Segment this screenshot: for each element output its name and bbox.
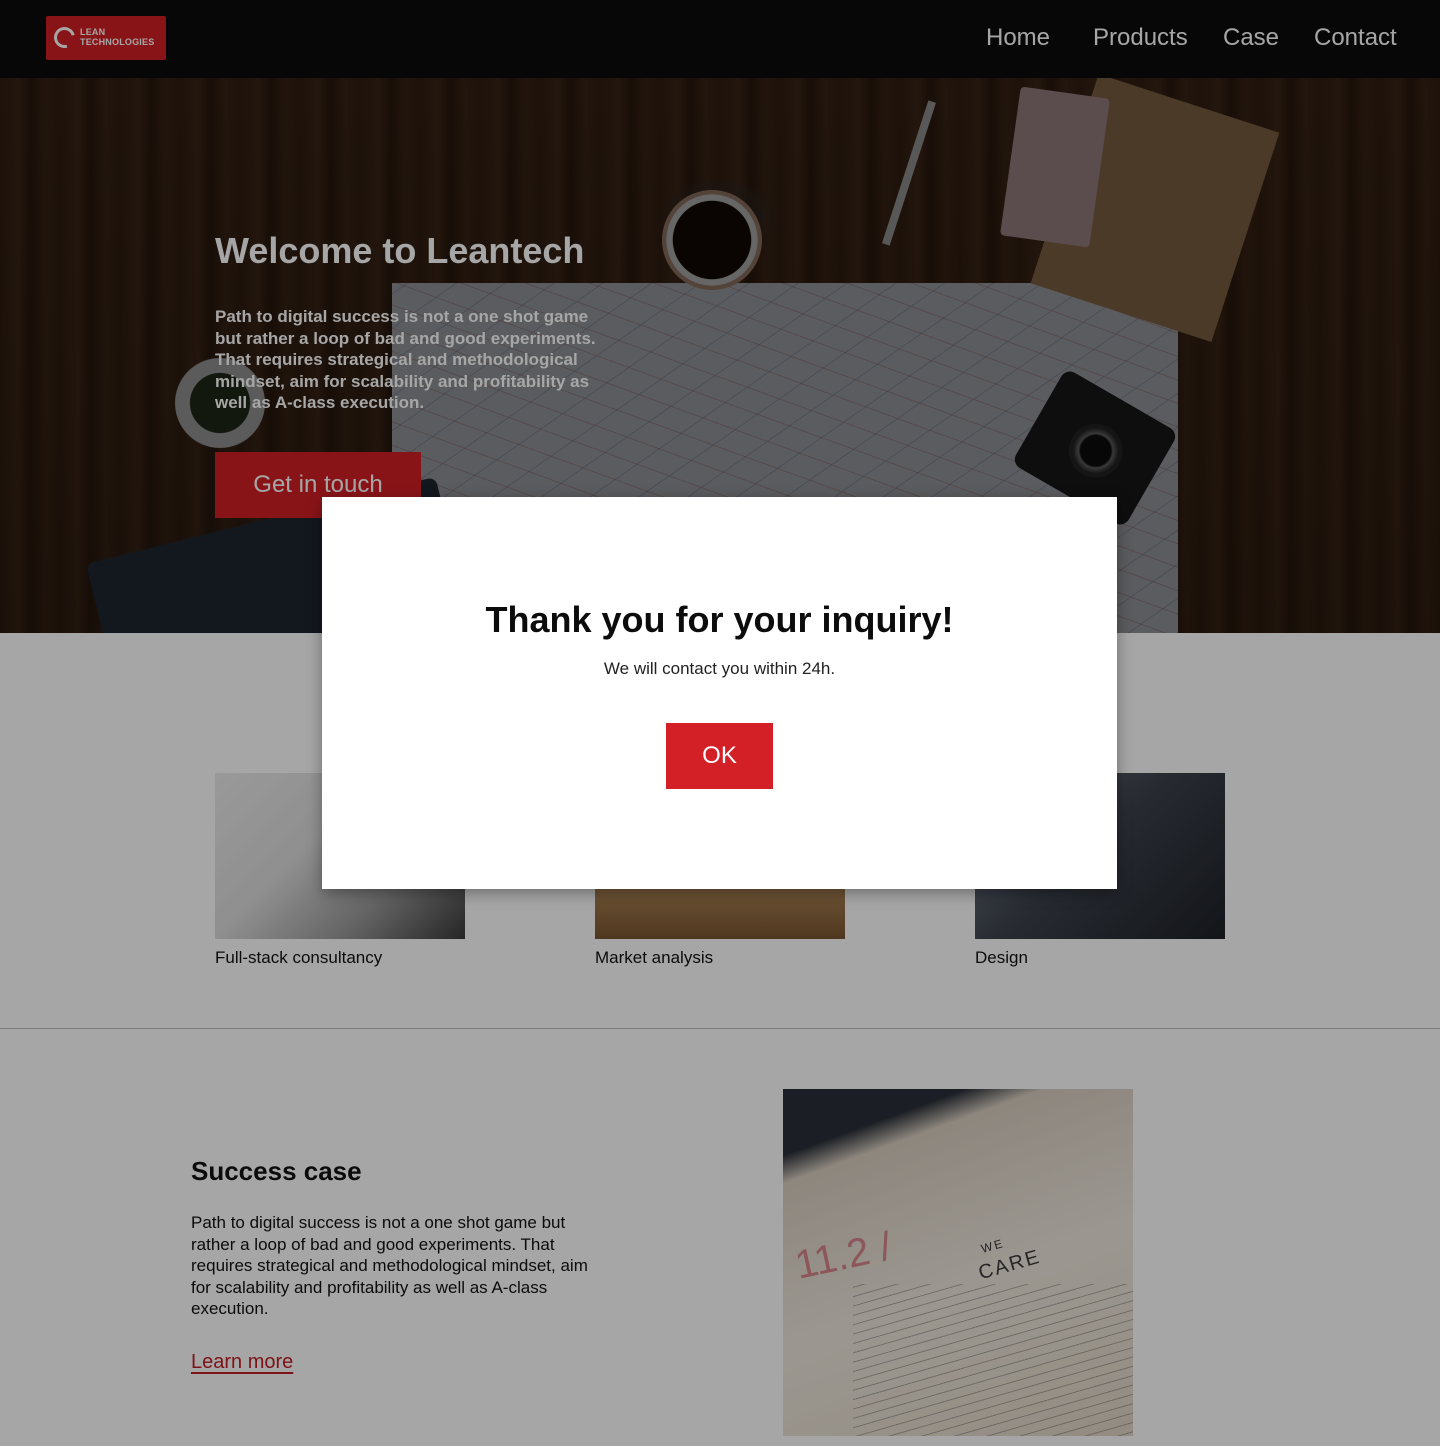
ok-button[interactable]: OK (666, 723, 773, 789)
inquiry-confirmation-dialog: Thank you for your inquiry! We will cont… (322, 497, 1117, 889)
dialog-title: Thank you for your inquiry! (485, 599, 954, 640)
dialog-subtitle: We will contact you within 24h. (603, 659, 836, 678)
